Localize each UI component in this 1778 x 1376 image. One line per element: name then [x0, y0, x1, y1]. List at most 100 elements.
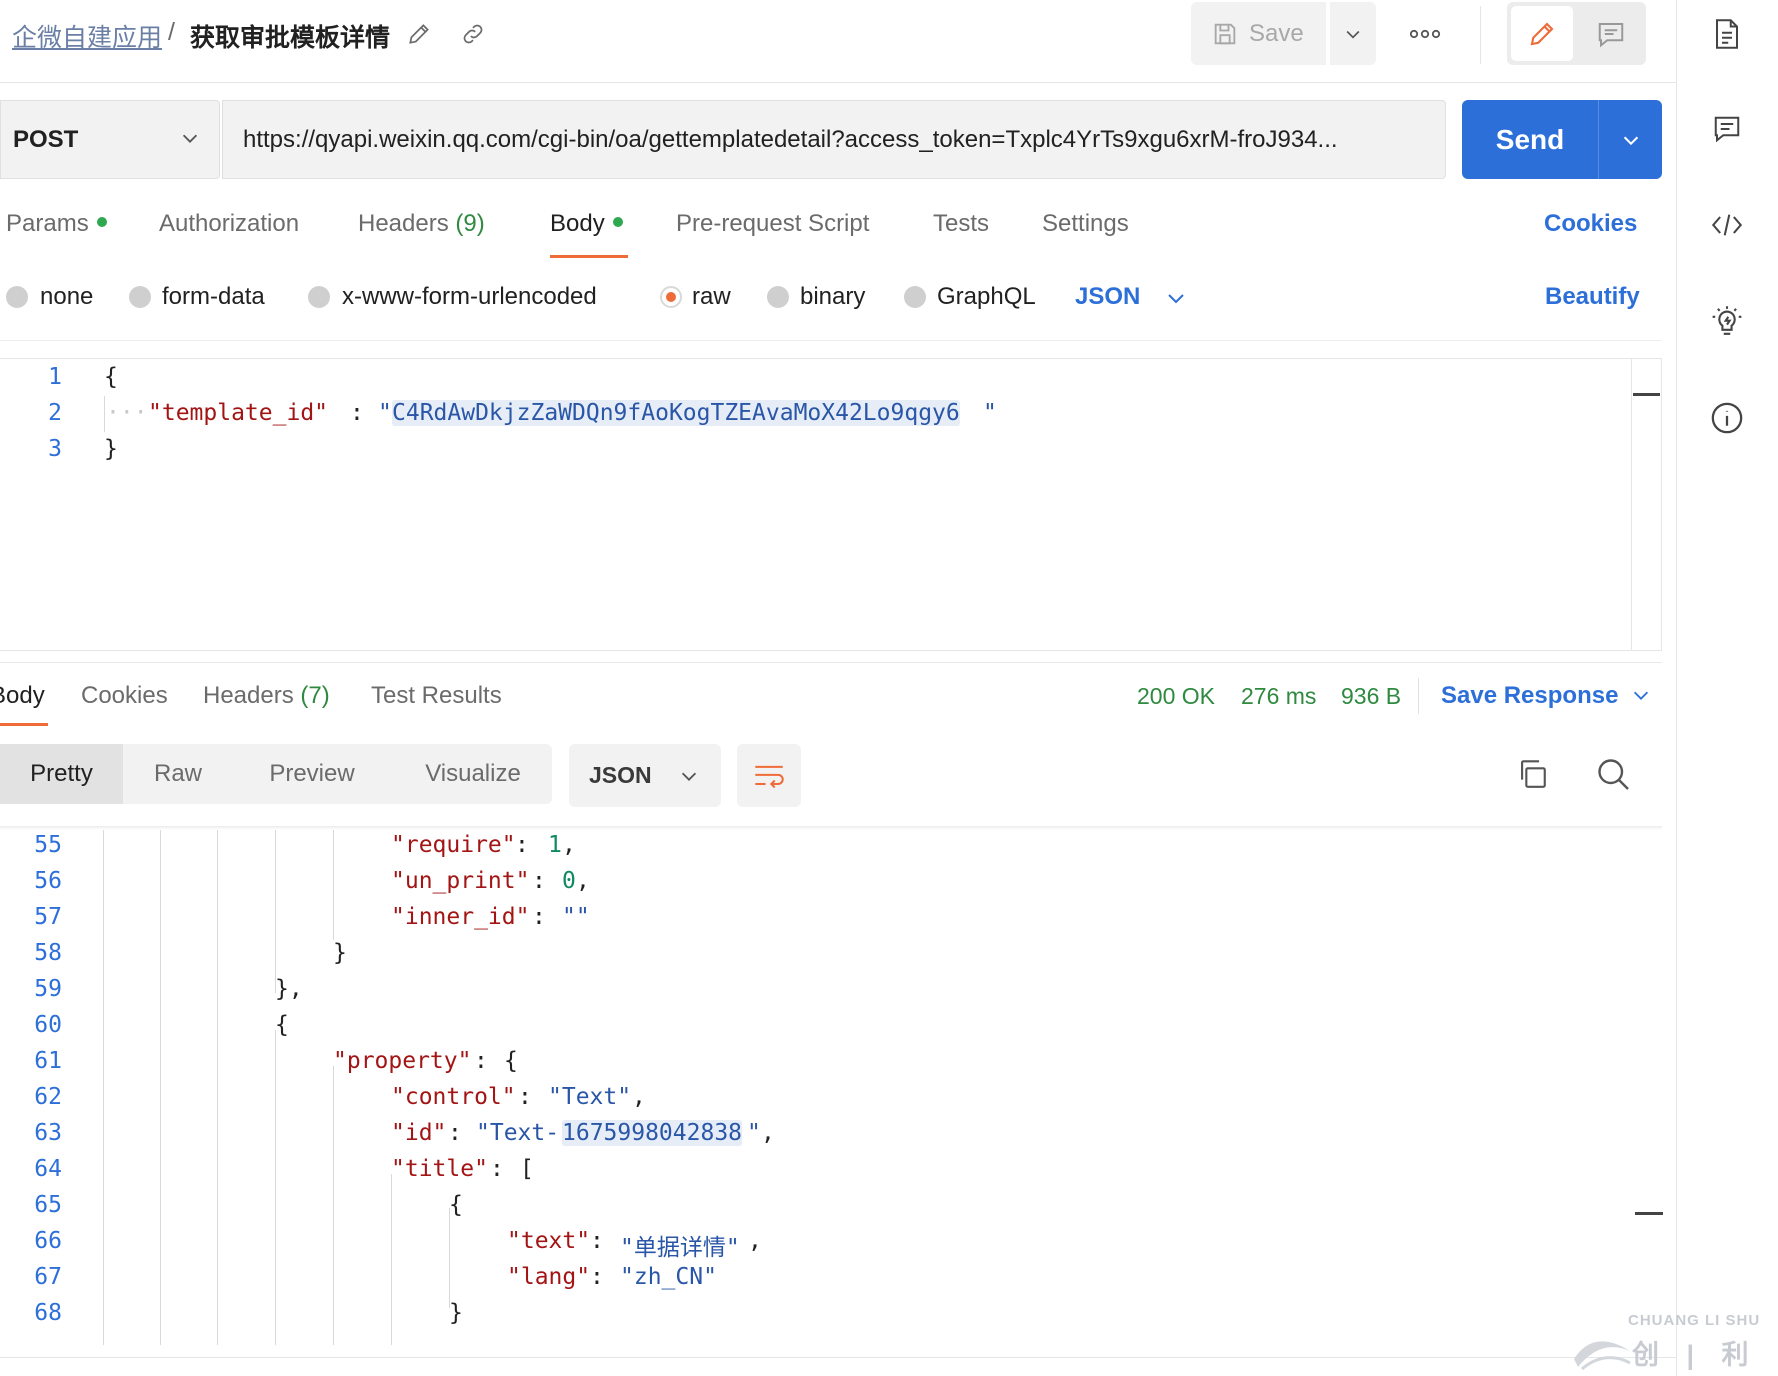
code-punct: ,: [576, 868, 590, 894]
radio-none-label[interactable]: none: [40, 283, 93, 311]
save-button[interactable]: Save: [1191, 2, 1326, 65]
params-indicator-dot: [96, 216, 107, 227]
beautify-button[interactable]: Beautify: [1545, 283, 1640, 311]
view-raw-button[interactable]: Raw: [123, 744, 233, 804]
line-number: 62: [34, 1084, 62, 1110]
code-close-brace: }: [449, 1300, 463, 1326]
json-key-template-id: "template_id": [148, 400, 329, 426]
code-punct: :: [590, 1264, 618, 1290]
copy-link-icon[interactable]: [456, 17, 490, 51]
radio-binary-label[interactable]: binary: [800, 283, 865, 311]
view-visualize-button[interactable]: Visualize: [408, 744, 538, 804]
copy-icon[interactable]: [1515, 757, 1551, 793]
code-punct: :: [590, 1228, 618, 1254]
tab-authorization[interactable]: Authorization: [159, 210, 299, 238]
search-icon[interactable]: [1595, 756, 1633, 794]
send-button[interactable]: Send: [1462, 100, 1598, 179]
json-string-quote: ": [378, 400, 392, 426]
response-tab-test-results[interactable]: Test Results: [371, 682, 502, 710]
edit-mode-button[interactable]: [1511, 6, 1573, 61]
json-key: "require": [391, 832, 516, 858]
json-number: 0: [562, 868, 576, 894]
json-key: "id": [391, 1120, 447, 1146]
json-key: "inner_id": [391, 904, 530, 930]
line-number: 67: [34, 1264, 62, 1290]
tab-pre-request-script[interactable]: Pre-request Script: [676, 210, 869, 238]
line-number: 63: [34, 1120, 62, 1146]
code-punct: :: [515, 832, 543, 858]
save-dropdown-button[interactable]: [1330, 2, 1376, 65]
line-number: 57: [34, 904, 62, 930]
cookies-link[interactable]: Cookies: [1544, 210, 1637, 238]
body-types-divider: [0, 340, 1662, 341]
request-name[interactable]: 获取审批模板详情: [190, 18, 390, 54]
chevron-down-icon[interactable]: [1630, 684, 1652, 711]
body-indicator-dot: [612, 216, 623, 227]
response-format-select[interactable]: JSON: [569, 744, 721, 807]
info-icon[interactable]: [1707, 398, 1747, 438]
whitespace-markers: ···: [106, 400, 148, 426]
radio-urlencoded-label[interactable]: x-www-form-urlencoded: [342, 283, 597, 311]
indent-guide: [104, 396, 105, 432]
line-number: 55: [34, 832, 62, 858]
tab-settings[interactable]: Settings: [1042, 210, 1129, 238]
code-punct: :: [474, 1048, 502, 1074]
response-body-viewer[interactable]: 55 56 57 58 59 60 61 62 63 64 65 66 67 6…: [0, 830, 1662, 1345]
code-punct: ,: [761, 1120, 775, 1146]
save-response-button[interactable]: Save Response: [1441, 682, 1618, 710]
view-pretty-button[interactable]: Pretty: [0, 744, 123, 804]
code-open-brace: {: [104, 364, 118, 390]
code-open-brace: {: [275, 1012, 289, 1038]
code-snippet-icon[interactable]: [1707, 205, 1747, 245]
lightbulb-icon[interactable]: [1707, 302, 1747, 342]
response-tab-cookies[interactable]: Cookies: [81, 682, 168, 710]
response-time[interactable]: 276 ms: [1241, 683, 1316, 710]
active-tab-underline: [550, 255, 628, 258]
radio-binary[interactable]: [767, 286, 789, 308]
radio-graphql-label[interactable]: GraphQL: [937, 283, 1036, 311]
response-tab-headers[interactable]: Headers (7): [203, 682, 330, 710]
radio-raw[interactable]: [660, 286, 682, 308]
code-punct: :: [532, 868, 560, 894]
body-format-select[interactable]: JSON: [1075, 283, 1140, 311]
comment-mode-button[interactable]: [1580, 6, 1642, 61]
json-string-highlight: 1675998042838: [562, 1120, 743, 1146]
line-number: 61: [34, 1048, 62, 1074]
http-method-select[interactable]: POST: [0, 100, 220, 179]
chevron-down-icon: [681, 772, 696, 781]
more-options-icon[interactable]: [1405, 14, 1445, 54]
response-size[interactable]: 936 B: [1341, 683, 1401, 710]
json-number: 1: [548, 832, 562, 858]
url-input[interactable]: https://qyapi.weixin.qq.com/cgi-bin/oa/g…: [222, 100, 1446, 179]
json-string: "": [562, 904, 590, 930]
line-number: 68: [34, 1300, 62, 1326]
comments-icon[interactable]: [1707, 109, 1747, 149]
radio-raw-label[interactable]: raw: [692, 283, 731, 311]
editor-scroll-marker[interactable]: [1633, 393, 1660, 396]
status-divider: [1418, 678, 1419, 714]
json-string: "单据详情": [620, 1235, 740, 1261]
radio-none[interactable]: [6, 286, 28, 308]
radio-form-data[interactable]: [129, 286, 151, 308]
line-number: 66: [34, 1228, 62, 1254]
radio-urlencoded[interactable]: [308, 286, 330, 308]
tab-tests[interactable]: Tests: [933, 210, 989, 238]
radio-form-data-label[interactable]: form-data: [162, 283, 265, 311]
breadcrumb-workspace-link[interactable]: 企微自建应用: [12, 18, 162, 54]
code-open-brace: {: [449, 1192, 463, 1218]
send-dropdown-button[interactable]: [1598, 100, 1662, 179]
tab-params[interactable]: Params: [6, 210, 107, 238]
tab-headers[interactable]: Headers (9): [358, 210, 485, 238]
rename-pencil-icon[interactable]: [402, 17, 436, 51]
code-punct: :: [518, 1084, 546, 1110]
status-code[interactable]: 200 OK: [1137, 683, 1215, 710]
wrap-lines-button[interactable]: [737, 744, 801, 807]
tab-body[interactable]: Body: [550, 210, 623, 238]
chevron-down-icon[interactable]: [1164, 286, 1188, 315]
response-scroll-marker[interactable]: [1635, 1212, 1663, 1215]
view-preview-button[interactable]: Preview: [250, 744, 374, 804]
documentation-icon[interactable]: [1707, 14, 1747, 54]
response-tab-body[interactable]: Body: [0, 682, 45, 710]
radio-graphql[interactable]: [904, 286, 926, 308]
line-number: 2: [48, 400, 62, 426]
